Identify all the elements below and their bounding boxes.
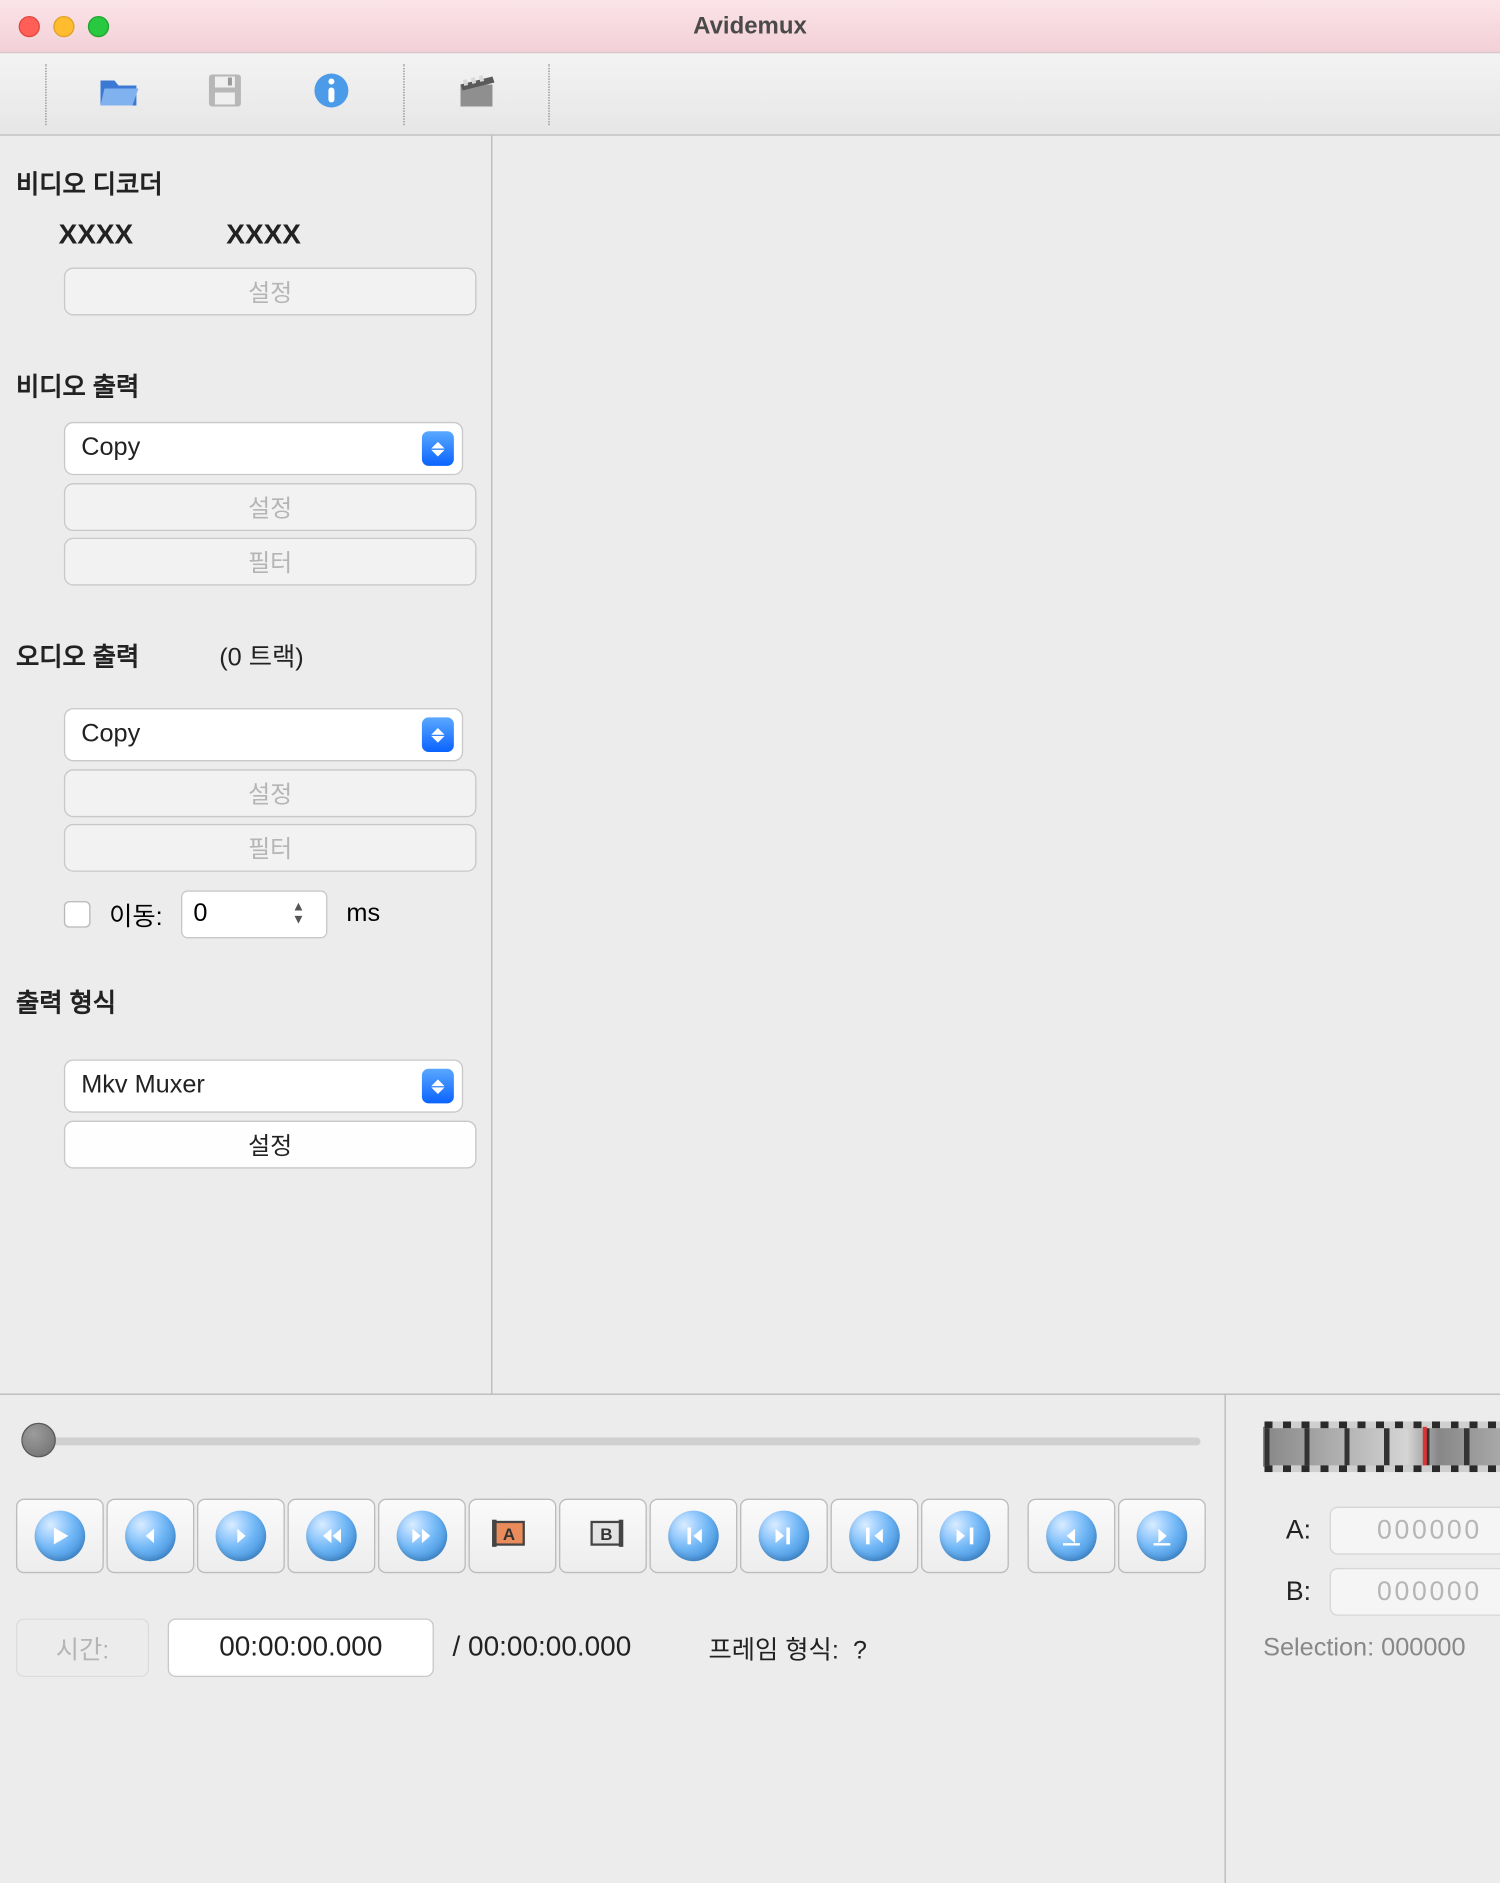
video-codec-select[interactable]: Copy [64, 422, 463, 475]
markers-pane: A: 000000 B: 000000 Selection: 000000 [1226, 1395, 1500, 1883]
play-button[interactable] [16, 1499, 104, 1574]
audio-codec-select[interactable]: Copy [64, 708, 463, 761]
next-frame-button[interactable] [197, 1499, 285, 1574]
audio-shift-checkbox[interactable] [64, 901, 91, 928]
rewind-icon [306, 1511, 357, 1562]
toolbar-separator [403, 63, 404, 124]
arrow-right-icon [216, 1511, 267, 1562]
next-black-frame-button[interactable] [1118, 1499, 1206, 1574]
marker-b-value: 000000 [1330, 1568, 1500, 1616]
audio-shift-input[interactable] [183, 900, 284, 929]
toolbar-separator [45, 63, 46, 124]
output-format-title: 출력 형식 [16, 984, 475, 1020]
select-arrows-icon [422, 1069, 454, 1104]
audio-configure-button[interactable]: 설정 [64, 769, 477, 817]
sidebar: 비디오 디코더 XXXX XXXX 설정 비디오 출력 Copy 설정 필터 오… [0, 136, 492, 1394]
decoder-configure-button[interactable]: 설정 [64, 268, 477, 316]
marker-a-label: A: [1263, 1515, 1311, 1546]
timeline-pane: A B 시간: / 00:00:00.000 프레임 형식: ? [0, 1395, 1226, 1883]
stepper-arrows-icon[interactable]: ▲▼ [284, 901, 313, 928]
scrubber-wheel[interactable] [1263, 1427, 1500, 1467]
audio-tracks-count: (0 트랙) [219, 638, 303, 674]
video-output-title: 비디오 출력 [16, 367, 475, 403]
set-marker-a-button[interactable]: A [469, 1499, 557, 1574]
marker-b-label: B: [1263, 1577, 1311, 1608]
next-keyframe-button[interactable] [378, 1499, 466, 1574]
frame-type-label: 프레임 형식: [708, 1636, 838, 1664]
time-total: / 00:00:00.000 [453, 1632, 632, 1664]
prev-keyframe-button[interactable] [287, 1499, 375, 1574]
audio-output-title: 오디오 출력 [16, 638, 139, 674]
marker-a-icon: A [490, 1510, 535, 1562]
goto-marker-a-button[interactable] [831, 1499, 919, 1574]
video-codec-value: Copy [81, 434, 422, 463]
marker-a-value: 000000 [1330, 1507, 1500, 1555]
audio-codec-value: Copy [81, 720, 422, 749]
video-filters-button[interactable]: 필터 [64, 538, 477, 586]
goto-a-icon [849, 1511, 900, 1562]
fast-forward-icon [397, 1511, 448, 1562]
arrow-left-icon [125, 1511, 176, 1562]
info-icon [307, 67, 355, 122]
clapperboard-icon [453, 67, 501, 122]
decoder-codec-1: XXXX [59, 220, 134, 252]
svg-text:A: A [503, 1524, 515, 1543]
goto-start-button[interactable] [650, 1499, 738, 1574]
svg-text:B: B [600, 1524, 612, 1543]
video-decoder-title: 비디오 디코더 [16, 165, 475, 201]
decoder-codec-row: XXXX XXXX [16, 220, 475, 252]
decoder-codec-2: XXXX [226, 220, 301, 252]
search-prev-icon [1046, 1511, 1097, 1562]
folder-open-icon [94, 67, 142, 122]
set-marker-b-button[interactable]: B [559, 1499, 647, 1574]
search-next-icon [1137, 1511, 1188, 1562]
prev-frame-button[interactable] [106, 1499, 194, 1574]
select-arrows-icon [422, 431, 454, 466]
bottom-panel: A B 시간: / 00:00:00.000 프레임 형식: ? [0, 1394, 1500, 1883]
scrubber-position-icon [1423, 1427, 1427, 1467]
play-icon [35, 1511, 86, 1562]
output-muxer-value: Mkv Muxer [81, 1071, 422, 1100]
output-configure-button[interactable]: 설정 [64, 1121, 477, 1169]
main-toolbar [0, 53, 1500, 136]
audio-shift-label: 이동: [109, 896, 163, 932]
goto-end-button[interactable] [740, 1499, 828, 1574]
main-area: 비디오 디코더 XXXX XXXX 설정 비디오 출력 Copy 설정 필터 오… [0, 136, 1500, 1394]
floppy-disk-icon [201, 67, 249, 122]
skip-to-start-icon [668, 1511, 719, 1562]
skip-to-end-icon [759, 1511, 810, 1562]
select-arrows-icon [422, 717, 454, 752]
window-title: Avidemux [0, 12, 1500, 40]
audio-shift-unit: ms [346, 900, 380, 929]
titlebar: Avidemux [0, 0, 1500, 53]
output-muxer-select[interactable]: Mkv Muxer [64, 1059, 463, 1112]
video-configure-button[interactable]: 설정 [64, 483, 477, 531]
process-video-button[interactable] [442, 62, 511, 126]
time-input[interactable] [168, 1618, 434, 1677]
info-button[interactable] [297, 62, 366, 126]
goto-marker-b-button[interactable] [921, 1499, 1009, 1574]
video-preview [492, 136, 1500, 1394]
time-label: 시간: [16, 1618, 149, 1677]
marker-b-icon: B [580, 1510, 625, 1562]
timeline-thumb[interactable] [21, 1423, 56, 1458]
frame-type-value: ? [853, 1636, 867, 1664]
audio-filters-button[interactable]: 필터 [64, 824, 477, 872]
toolbar-separator [548, 63, 549, 124]
open-file-button[interactable] [84, 62, 153, 126]
timeline-slider[interactable] [24, 1437, 1201, 1445]
selection-length: Selection: 000000 [1263, 1634, 1500, 1663]
audio-shift-spinner[interactable]: ▲▼ [181, 890, 327, 938]
transport-controls: A B [16, 1499, 1209, 1574]
goto-b-icon [940, 1511, 991, 1562]
prev-black-frame-button[interactable] [1028, 1499, 1116, 1574]
save-file-button[interactable] [190, 62, 259, 126]
